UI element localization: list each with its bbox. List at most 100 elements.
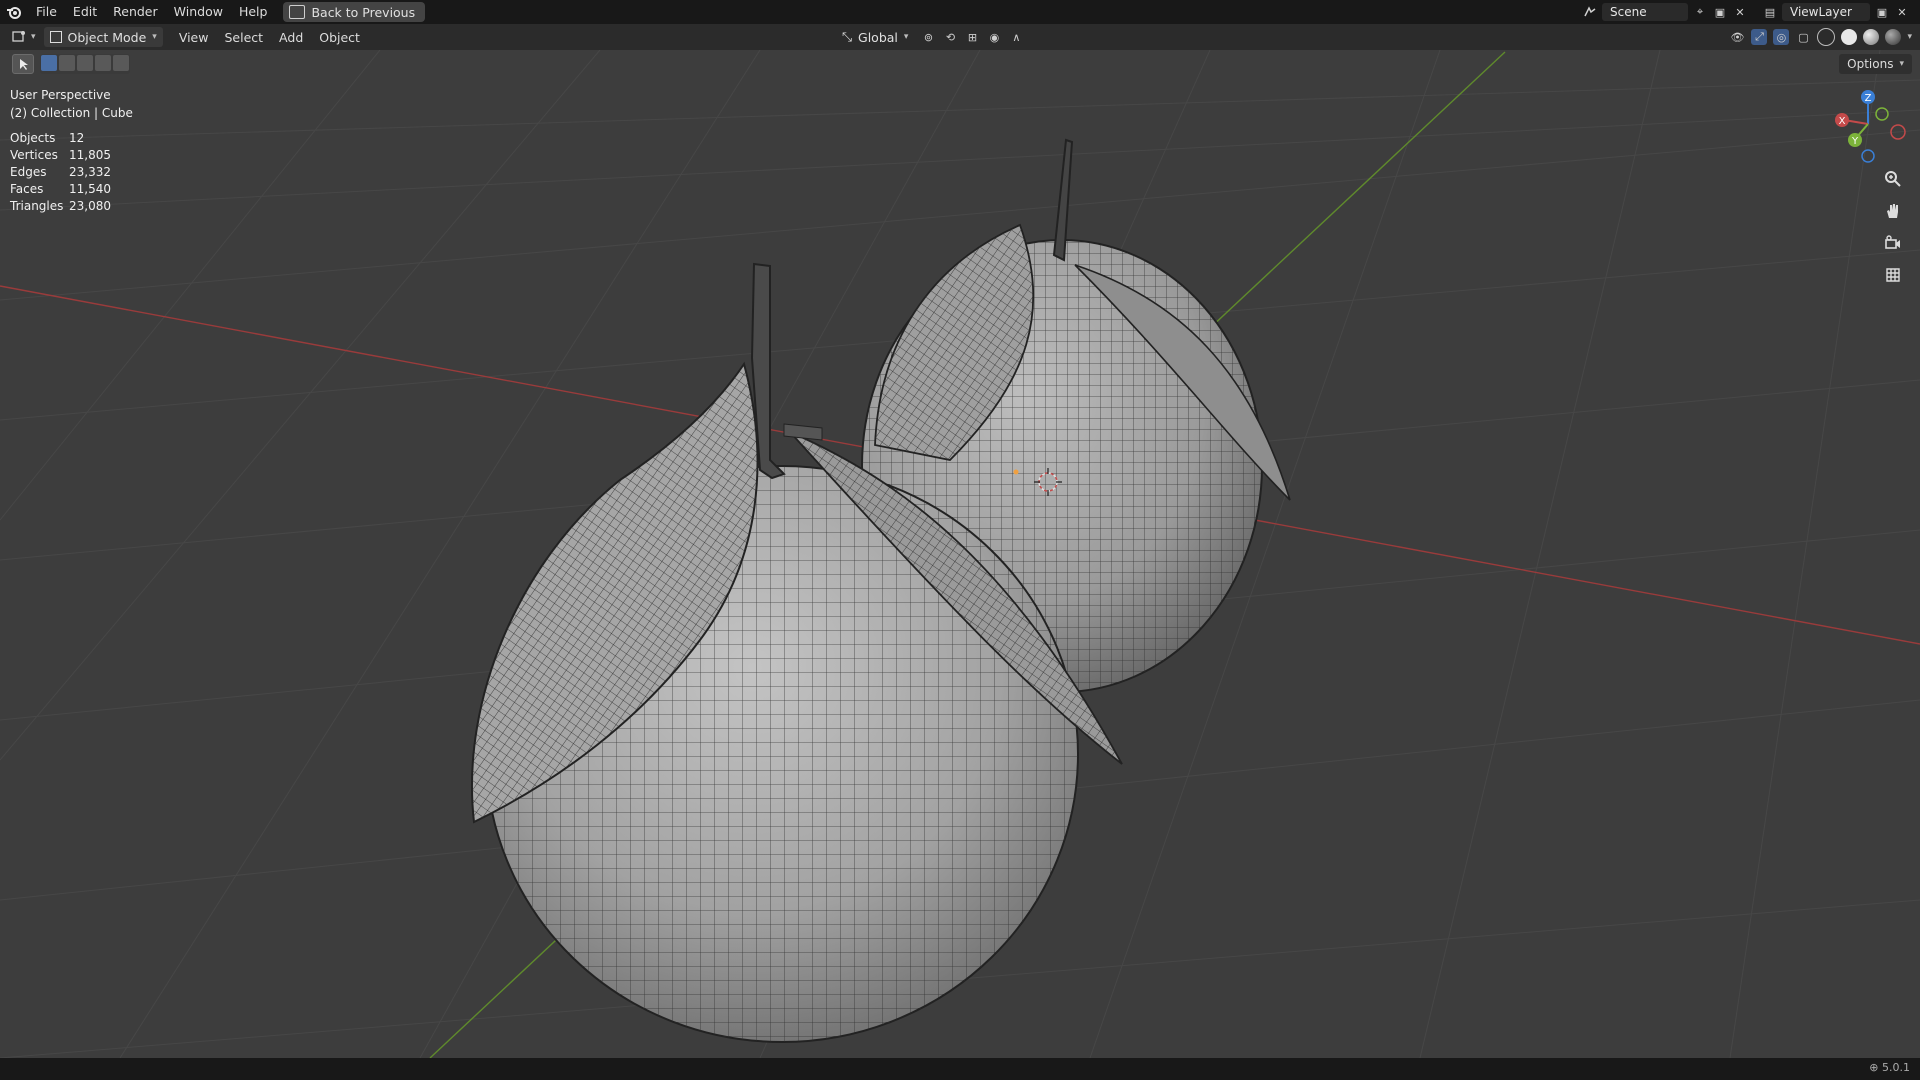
x-axis-label: X	[1839, 116, 1846, 127]
stat-label: Triangles	[10, 199, 64, 213]
status-bar: ⊕ 5.0.1	[0, 1058, 1920, 1080]
proportional-edit-icon[interactable]: ◉	[986, 29, 1002, 45]
collection-label: (2) Collection | Cube	[10, 106, 133, 120]
chevron-down-icon[interactable]: ▾	[1907, 32, 1912, 42]
z-axis-label: Z	[1865, 93, 1872, 104]
viewport-info: User Perspective (2) Collection | Cube	[10, 86, 133, 122]
stat-row: Triangles 23,080	[10, 198, 111, 215]
menu-help[interactable]: Help	[231, 0, 276, 24]
pivot-point-icon[interactable]: ⊚	[920, 29, 936, 45]
chevron-down-icon: ▾	[1899, 59, 1904, 69]
select-new-icon[interactable]	[41, 55, 57, 71]
remove-view-layer-icon[interactable]: ✕	[1894, 4, 1910, 20]
view-layer-name: ViewLayer	[1790, 5, 1852, 19]
material-shading-icon[interactable]	[1863, 29, 1880, 45]
visibility-icon[interactable]: 👁	[1729, 29, 1745, 45]
scene-statistics: Objects 12 Vertices 11,805 Edges 23,332 Fac…	[10, 130, 111, 215]
chevron-down-icon: ▾	[152, 32, 157, 42]
top-right-controls: Scene ⌖ ▣ ✕ ▤ ViewLayer ▣ ✕	[1582, 0, 1920, 24]
blender-logo-icon[interactable]	[0, 0, 28, 24]
wireframe-shading-icon[interactable]	[1817, 28, 1836, 46]
object-mode-label: Object Mode	[67, 29, 147, 45]
stat-value: 11,540	[69, 182, 111, 196]
network-icon: ⊕	[1869, 1061, 1879, 1074]
viewport-header: ▾ Object Mode ▾ View Select Add Object ⤡…	[0, 24, 1920, 50]
select-extend-icon[interactable]	[59, 55, 75, 71]
object-mode-dropdown[interactable]: Object Mode ▾	[43, 27, 163, 47]
view-layer-icon[interactable]: ▤	[1762, 4, 1778, 20]
selection-mode-group	[40, 54, 130, 74]
falloff-icon[interactable]: ∧	[1008, 29, 1024, 45]
top-menu-bar: File Edit Render Window Help Back to Pre…	[0, 0, 1920, 24]
stat-label: Objects	[10, 131, 56, 145]
stat-value: 11,805	[69, 148, 111, 162]
snap-icon[interactable]: ⟲	[942, 29, 958, 45]
select-subtract-icon[interactable]	[77, 55, 93, 71]
viewport-display-tools: 👁 ⤢ ◎ ▢ ▾	[1729, 27, 1912, 47]
neg-y-axis-handle	[1875, 107, 1889, 121]
overlay-toggle-icon[interactable]: ◎	[1773, 29, 1790, 45]
options-label: Options	[1847, 57, 1894, 71]
pin-icon[interactable]: ⌖	[1692, 4, 1708, 20]
rendered-shading-icon[interactable]	[1885, 29, 1902, 45]
perspective-label: User Perspective	[10, 88, 111, 102]
3d-viewport[interactable]	[0, 50, 1920, 1058]
stat-row: Objects 12	[10, 130, 111, 147]
stat-row: Edges 23,332	[10, 164, 111, 181]
back-to-previous-label: Back to Previous	[311, 4, 416, 20]
version-label: ⊕ 5.0.1	[1869, 1061, 1910, 1074]
neg-x-axis-handle	[1890, 124, 1906, 140]
snap-target-icon[interactable]: ⊞	[964, 29, 980, 45]
neg-z-axis-handle	[1861, 149, 1875, 163]
select-invert-icon[interactable]	[95, 55, 111, 71]
object-mode-icon	[49, 31, 62, 43]
transform-orientation-label: Global	[858, 29, 898, 45]
orientation-icon: ⤡	[842, 29, 853, 44]
menu-view[interactable]: View	[171, 27, 217, 47]
scene-icon[interactable]	[1582, 4, 1598, 20]
back-icon	[289, 5, 306, 19]
tool-row	[12, 54, 130, 74]
menu-add[interactable]: Add	[271, 27, 311, 47]
object-origin-icon	[1013, 469, 1019, 475]
camera-icon[interactable]	[1882, 232, 1904, 254]
y-axis-label: Y	[1851, 136, 1859, 147]
menu-object[interactable]: Object	[311, 27, 368, 47]
menu-edit[interactable]: Edit	[65, 0, 105, 24]
chevron-down-icon: ▾	[903, 32, 909, 42]
back-to-previous-button[interactable]: Back to Previous	[283, 2, 426, 22]
zoom-icon[interactable]	[1882, 168, 1904, 190]
transform-orientation-dropdown[interactable]: ⤡ Global ▾	[836, 27, 914, 47]
new-scene-icon[interactable]: ▣	[1712, 4, 1728, 20]
grid-icon[interactable]	[1882, 264, 1904, 286]
menu-select[interactable]: Select	[216, 27, 271, 47]
scene-name: Scene	[1610, 5, 1647, 19]
stat-label: Vertices	[10, 148, 58, 162]
version-text: 5.0.1	[1882, 1061, 1910, 1074]
stat-row: Faces 11,540	[10, 181, 111, 198]
stat-label: Faces	[10, 182, 44, 196]
xray-icon[interactable]: ▢	[1795, 29, 1811, 45]
menu-window[interactable]: Window	[166, 0, 231, 24]
hand-icon[interactable]	[1882, 200, 1904, 222]
scene-field[interactable]: Scene	[1602, 3, 1688, 21]
new-view-layer-icon[interactable]: ▣	[1874, 4, 1890, 20]
solid-shading-icon[interactable]	[1841, 29, 1858, 45]
editor-type-button[interactable]: ▾	[0, 27, 44, 47]
stat-row: Vertices 11,805	[10, 147, 111, 164]
gizmo-toggle-icon[interactable]: ⤢	[1751, 29, 1768, 45]
remove-scene-icon[interactable]: ✕	[1732, 4, 1748, 20]
stat-value: 23,080	[69, 199, 111, 213]
transform-tools: ⤡ Global ▾ ⊚ ⟲ ⊞ ◉ ∧	[836, 27, 1024, 47]
stat-label: Edges	[10, 165, 47, 179]
navigation-gizmo[interactable]: Z X Y	[1826, 86, 1910, 166]
select-intersect-icon[interactable]	[113, 55, 129, 71]
stat-value: 23,332	[69, 165, 111, 179]
navigation-buttons	[1882, 168, 1904, 286]
menu-file[interactable]: File	[28, 0, 65, 24]
options-dropdown[interactable]: Options ▾	[1839, 54, 1912, 74]
view-layer-field[interactable]: ViewLayer	[1782, 3, 1870, 21]
menu-render[interactable]: Render	[105, 0, 166, 24]
stat-value: 12	[69, 131, 85, 145]
select-tool-button[interactable]	[12, 54, 34, 74]
